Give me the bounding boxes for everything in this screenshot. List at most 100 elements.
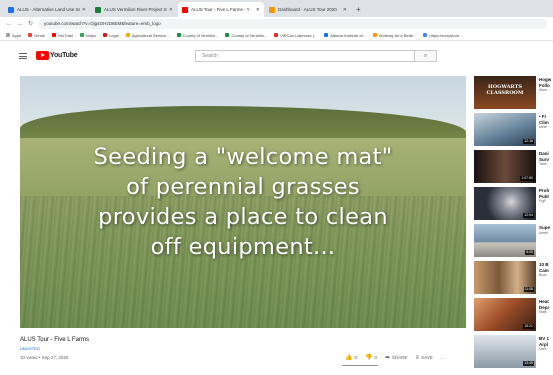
duration-badge: 5:09 bbox=[525, 250, 534, 255]
recommended-video[interactable]: HOGWARTS CLASSROOM Hogw Follo Wiza bbox=[474, 76, 553, 110]
video-thumbnail[interactable]: 15:21 bbox=[474, 298, 536, 331]
video-caption: Seeding a "welcome mat" of perennial gra… bbox=[20, 142, 466, 262]
back-arrow-icon[interactable]: ← bbox=[6, 21, 12, 27]
bookmark-item[interactable]: Alberta Institute of... bbox=[324, 33, 366, 38]
bookmark-item[interactable]: Agricultural Service... bbox=[125, 33, 170, 38]
browser-tab-1[interactable]: ALUS - Alternative Land Use Ser ✕ bbox=[4, 2, 90, 17]
playlist-add-icon: ≡ bbox=[415, 354, 420, 361]
tab-favicon-icon bbox=[269, 6, 275, 13]
bookmark-icon bbox=[51, 33, 56, 37]
recommended-video[interactable]: 12:04 Proh Publ PigF bbox=[474, 187, 553, 221]
video-thumbnail[interactable]: 1:07:50 bbox=[474, 150, 536, 183]
caption-line: of perennial grasses bbox=[126, 174, 360, 200]
bookmark-item[interactable]: Apps bbox=[6, 33, 21, 38]
video-thumbnail[interactable]: 11:08 bbox=[474, 261, 536, 294]
bookmark-item[interactable]: YouTube bbox=[51, 33, 73, 38]
browser-tab-4[interactable]: Dashboard · ALUS Tour 2020 ✕ bbox=[265, 2, 351, 17]
browser-tab-3[interactable]: ALUS Tour - Five L Farms - Y ✕ bbox=[178, 2, 264, 17]
bookmark-item[interactable]: County of Vermilio... bbox=[225, 33, 267, 38]
new-tab-button[interactable]: + bbox=[356, 2, 361, 17]
forward-arrow-icon[interactable]: → bbox=[17, 21, 23, 27]
tab-title: ALUS - Alternative Land Use Ser bbox=[17, 7, 80, 12]
recommended-video[interactable]: 5:09 Supe Ameri bbox=[474, 224, 553, 258]
bookmark-icon bbox=[225, 33, 230, 37]
search-input[interactable]: Search bbox=[195, 50, 415, 62]
save-button[interactable]: ≡ SAVE bbox=[416, 355, 433, 361]
duration-badge: 12:16 bbox=[523, 139, 534, 144]
recommended-meta: • Fi Clim Mete bbox=[539, 114, 549, 129]
menu-icon[interactable] bbox=[19, 53, 27, 59]
video-thumbnail[interactable]: HOGWARTS CLASSROOM bbox=[474, 76, 536, 109]
youtube-play-icon bbox=[36, 51, 49, 60]
duration-badge: 11:08 bbox=[523, 287, 534, 292]
bookmark-icon bbox=[274, 33, 279, 37]
video-player[interactable]: Seeding a "welcome mat" of perennial gra… bbox=[20, 76, 466, 328]
search-button[interactable]: ⌕ bbox=[415, 50, 437, 62]
like-button[interactable]: 👍 0 bbox=[345, 354, 357, 361]
bookmark-item[interactable]: Maps bbox=[80, 33, 96, 38]
recommended-video[interactable]: 15:21 Heat Depr Mark bbox=[474, 298, 553, 332]
bookmark-item[interactable]: Gmail bbox=[28, 33, 45, 38]
bookmark-icon bbox=[423, 33, 428, 37]
bookmark-item[interactable]: County of Vermilio... bbox=[176, 33, 218, 38]
bookmarks-bar: Apps Gmail YouTube Maps Login Agricultur… bbox=[0, 30, 553, 41]
video-thumbnail[interactable]: 12:04 bbox=[474, 187, 536, 220]
tab-title: Dashboard · ALUS Tour 2020 bbox=[278, 7, 337, 12]
search-icon: ⌕ bbox=[423, 53, 428, 59]
bookmark-item[interactable]: Working for a Bette... bbox=[372, 33, 416, 38]
duration-badge: 1:07:50 bbox=[520, 176, 534, 181]
recommended-video[interactable]: 13:49 BV 1 Arpl Dark bbox=[474, 335, 553, 369]
bookmark-icon bbox=[6, 33, 10, 37]
tab-favicon-icon bbox=[182, 6, 188, 13]
bookmark-icon bbox=[176, 33, 181, 37]
address-bar-row: ← → ↻ youtube.com/watch?v=Ojg4OHzD6EM&fe… bbox=[0, 17, 553, 30]
tab-title: ALUS Tour - Five L Farms - Y bbox=[191, 7, 250, 12]
thumbs-down-icon: 👎 bbox=[365, 355, 373, 361]
video-meta: 10 views • Sep 27, 2020 bbox=[20, 355, 69, 360]
url-field[interactable]: youtube.com/watch?v=Ojg4OHzD6EM&feature=… bbox=[38, 18, 547, 29]
recommended-meta: Heat Depr Mark bbox=[539, 299, 550, 314]
tab-favicon-icon bbox=[8, 6, 14, 13]
close-tab-icon[interactable]: ✕ bbox=[82, 7, 86, 13]
dislike-button[interactable]: 👎 0 bbox=[365, 354, 377, 361]
share-icon: ➦ bbox=[385, 355, 391, 361]
recommended-video[interactable]: 11:08 10 B Cam Buzz bbox=[474, 261, 553, 295]
video-actions: 👍 0 👎 0 ➦ SHARE ≡ SAVE ... bbox=[345, 354, 453, 362]
youtube-logo[interactable]: YouTube bbox=[36, 51, 78, 60]
caption-line: off equipment... bbox=[150, 234, 336, 260]
bookmark-icon bbox=[125, 33, 130, 37]
duration-badge: 12:04 bbox=[523, 213, 534, 218]
recommended-video[interactable]: 12:16 • Fi Clim Mete bbox=[474, 113, 553, 147]
thumbs-up-icon: 👍 bbox=[345, 355, 353, 361]
close-tab-icon[interactable]: ✕ bbox=[256, 7, 260, 13]
bookmark-icon bbox=[28, 33, 33, 37]
bookmark-item[interactable]: Login bbox=[103, 33, 119, 38]
video-thumbnail[interactable]: 12:16 bbox=[474, 113, 536, 146]
recommended-meta: Dani Surv Tamr bbox=[539, 151, 550, 166]
reload-icon[interactable]: ↻ bbox=[28, 20, 33, 27]
video-title: ALUS Tour - Five L Farms bbox=[20, 337, 90, 343]
bookmark-item[interactable]: ViRCan Lakerose (... bbox=[274, 33, 317, 38]
browser-tab-2[interactable]: ALUS Vermilion River Project St ✕ bbox=[91, 2, 177, 17]
unlisted-badge: UNLISTED bbox=[20, 346, 40, 351]
recommended-meta: 10 B Cam Buzz bbox=[539, 262, 549, 277]
video-thumbnail[interactable]: 5:09 bbox=[474, 224, 536, 257]
youtube-wordmark: YouTube bbox=[50, 52, 78, 59]
close-tab-icon[interactable]: ✕ bbox=[169, 7, 173, 13]
recommended-meta: Proh Publ PigF bbox=[539, 188, 550, 203]
share-button[interactable]: ➦ SHARE bbox=[385, 354, 408, 361]
recommended-meta: BV 1 Arpl Dark bbox=[539, 336, 550, 351]
bookmark-icon bbox=[103, 33, 108, 37]
browser-tab-strip: ALUS - Alternative Land Use Ser ✕ ALUS V… bbox=[0, 0, 553, 17]
like-ratio-bar bbox=[342, 365, 378, 366]
duration-badge: 15:21 bbox=[523, 324, 534, 329]
recommended-video[interactable]: 1:07:50 Dani Surv Tamr bbox=[474, 150, 553, 184]
caption-line: provides a place to clean bbox=[98, 204, 388, 230]
bookmark-item[interactable]: https://sorrystore... bbox=[423, 33, 463, 38]
bookmark-icon bbox=[80, 33, 85, 37]
video-thumbnail[interactable]: 13:49 bbox=[474, 335, 536, 368]
close-tab-icon[interactable]: ✕ bbox=[343, 7, 347, 13]
more-actions-button[interactable]: ... bbox=[441, 355, 445, 360]
recommended-meta: Supe Ameri bbox=[539, 225, 551, 235]
youtube-header: YouTube Search ⌕ bbox=[0, 41, 553, 71]
